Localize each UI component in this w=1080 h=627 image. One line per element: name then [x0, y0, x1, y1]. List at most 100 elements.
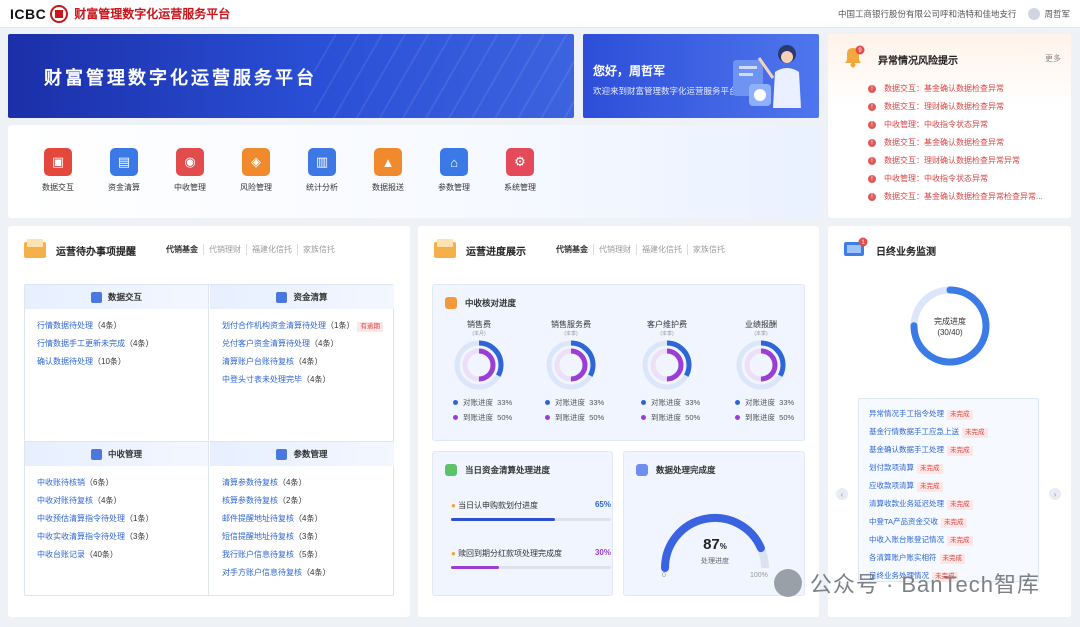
clearing-bar-fill — [451, 566, 499, 569]
todo-item[interactable]: 清算参数待复核（4条） — [222, 474, 382, 492]
todo-folder-icon — [24, 239, 46, 258]
avatar[interactable] — [1028, 7, 1041, 20]
alert-icon: ! — [868, 138, 876, 147]
todo-item[interactable]: 中收预估清算指令待处理（1条） — [37, 510, 196, 528]
todo-item[interactable]: 邮件提醒地址待复核（4条） — [222, 510, 382, 528]
todo-section-fee-management: 中收管理 中收账待核销（6条） 中收对账待复核（4条） 中收预估清算指令待处理（… — [25, 441, 209, 596]
clearing-title: 当日资金清算处理进度 — [465, 465, 551, 475]
clearing-icon — [445, 464, 457, 476]
fee-ring-chart — [454, 340, 504, 390]
alert-item[interactable]: ! 数据交互：基金确认数据检查异常 — [868, 137, 1004, 148]
todo-item[interactable]: 行情数据手工更新未完成（4条） — [37, 335, 196, 353]
data-icon — [636, 464, 648, 476]
alerts-more-link[interactable]: 更多 — [1045, 53, 1061, 64]
tab-trust[interactable]: 福建化信托 — [246, 244, 297, 255]
alert-icon: ! — [868, 174, 876, 183]
tab-family-trust[interactable]: 家族信托 — [297, 244, 340, 255]
tab-wealth[interactable]: 代销理财 — [593, 244, 636, 255]
org-name: 中国工商银行股份有限公司呼和浩特和佳地支行 — [837, 8, 1017, 19]
section-title: 数据交互 — [107, 292, 142, 302]
tab-family-trust[interactable]: 家族信托 — [687, 244, 730, 255]
ledger-icon: ▤ — [110, 148, 138, 176]
todo-item[interactable]: 中登头寸表未处理完毕（4条） — [222, 371, 382, 389]
tab-wealth[interactable]: 代销理财 — [203, 244, 246, 255]
coin-icon — [90, 448, 102, 460]
alert-item[interactable]: ! 数据交互：基金确认数据检查异常 — [868, 83, 1004, 94]
gear-icon: ⚙ — [506, 148, 534, 176]
next-page-button[interactable]: › — [1049, 488, 1061, 500]
alert-item[interactable]: ! 中收管理：中收指令状态异常 — [868, 119, 988, 130]
alert-icon: ! — [868, 192, 876, 201]
alert-item[interactable]: ! 中收管理：中收指令状态异常 — [868, 173, 988, 184]
daily-task[interactable]: 异常情况手工指令处理 未完成 — [869, 405, 1028, 423]
gauge-max: 100% — [750, 572, 768, 579]
daily-task[interactable]: 各清算账户账实相符 未完成 — [869, 549, 1028, 567]
daily-task[interactable]: 基金确认数据手工处理 未完成 — [869, 441, 1028, 459]
alert-item[interactable]: ! 数据交互：理财确认数据检查异常异常 — [868, 155, 1020, 166]
coin-icon: ◉ — [176, 148, 204, 176]
fee-ring-maintenance: 客户维护费 (本季) 对账进度 33% 到账进度 50% — [627, 319, 707, 425]
prev-page-button[interactable]: ‹ — [836, 488, 848, 500]
progress-folder-icon — [434, 239, 456, 258]
nav-item-risk-management[interactable]: ◈ 风险管理 — [236, 148, 276, 193]
daily-task[interactable]: 划付款项清算 未完成 — [869, 459, 1028, 477]
daily-task[interactable]: 中登TA产品资金交收 未完成 — [869, 513, 1028, 531]
data-progress-title: 数据处理完成度 — [656, 465, 716, 475]
nav-item-system[interactable]: ⚙ 系统管理 — [500, 148, 540, 193]
todo-item[interactable]: 我行账户信息待复核（5条） — [222, 546, 382, 564]
progress-tabs: 代销基金 代销理财 福建化信托 家族信托 — [556, 244, 730, 255]
fee-period: (本季) — [660, 331, 674, 337]
fee-ring-sales-service: 销售服务费 (本季) 对账进度 33% 到账进度 50% — [531, 319, 611, 425]
nav-label: 系统管理 — [504, 183, 536, 192]
nav-item-parameters[interactable]: ⌂ 参数管理 — [434, 148, 474, 193]
todo-item[interactable]: 划付合作机构资金清算待处理（1条） 有逾期 — [222, 317, 383, 335]
todo-item[interactable]: 核算参数待复核（2条） — [222, 492, 382, 510]
nav-label: 中收管理 — [174, 183, 206, 192]
nav-item-fee-management[interactable]: ◉ 中收管理 — [170, 148, 210, 193]
todo-item[interactable]: 中收账待核销（6条） — [37, 474, 196, 492]
alert-item[interactable]: ! 数据交互：理财确认数据检查异常 — [868, 101, 1004, 112]
nav-item-data-report[interactable]: ▲ 数据报送 — [368, 148, 408, 193]
user-name[interactable]: 周哲军 — [1044, 8, 1070, 20]
tab-fund[interactable]: 代销基金 — [166, 244, 203, 255]
alert-icon: ! — [868, 84, 876, 93]
alerts-title: 异常情况风险提示 — [878, 56, 958, 67]
nav-item-data-exchange[interactable]: ▣ 数据交互 — [38, 148, 78, 193]
todo-section-parameters: 参数管理 清算参数待复核（4条） 核算参数待复核（2条） 邮件提醒地址待复核（4… — [210, 441, 394, 596]
tab-trust[interactable]: 福建化信托 — [636, 244, 687, 255]
fee-ring-chart — [642, 340, 692, 390]
daily-task[interactable]: 中收入账台账登记情况 未完成 — [869, 531, 1028, 549]
fee-period: (本季) — [564, 331, 578, 337]
todo-item[interactable]: 短信提醒地址待复核（3条） — [222, 528, 382, 546]
risk-alerts-panel: 9 异常情况风险提示 更多 ! 数据交互：基金确认数据检查异常 ! 数据交互：理财确… — [828, 34, 1071, 218]
alert-item[interactable]: ! 数据交互：基金确认数据检查异常检查异常... — [868, 191, 1043, 202]
todo-item[interactable]: 中收台账记录（40条） — [37, 546, 196, 564]
daily-task[interactable]: 基金行情数据手工应急上送 未完成 — [869, 423, 1028, 441]
fee-name: 客户维护费 — [647, 320, 687, 329]
daily-title: 日终业务监测 — [876, 247, 936, 258]
alert-icon: ! — [868, 102, 876, 111]
todo-item[interactable]: 兑付客户资金清算待处理（4条） — [222, 335, 382, 353]
bank-logo: ICBC — [10, 5, 47, 22]
daily-task[interactable]: 清算收款业务延迟处理 未完成 — [869, 495, 1028, 513]
todo-item[interactable]: 行情数据待处理（4条） — [37, 317, 196, 335]
todo-item[interactable]: 确认数据待处理（10条） — [37, 353, 196, 371]
clearing-bar-fill — [451, 518, 555, 521]
tab-fund[interactable]: 代销基金 — [556, 244, 593, 255]
daily-ring-value: (30/40) — [937, 328, 963, 337]
todo-item[interactable]: 中收实收清算指令待处理（3条） — [37, 528, 196, 546]
nav-item-fund-clearing[interactable]: ▤ 资金清算 — [104, 148, 144, 193]
top-bar: ICBC 财富管理数字化运营服务平台 中国工商银行股份有限公司呼和浩特和佳地支行… — [0, 0, 1080, 28]
monitor-icon: 1 — [844, 237, 868, 256]
daily-ring-label: 完成进度 — [934, 317, 966, 326]
todo-item[interactable]: 对手方账户信息待复核（4条） — [222, 564, 382, 582]
bell-icon: 9 — [845, 45, 865, 68]
clearing-row-subscription: ● 当日认申购款划付进度 65% — [451, 500, 611, 521]
nav-item-statistics[interactable]: ▥ 统计分析 — [302, 148, 342, 193]
daily-task[interactable]: 应收款项清算 未完成 — [869, 477, 1028, 495]
todo-item[interactable]: 中收对账待复核（4条） — [37, 492, 196, 510]
assistant-illustration-icon — [733, 45, 801, 108]
upload-icon: ▲ — [374, 148, 402, 176]
todo-item[interactable]: 清算账户台账待复核（4条） — [222, 353, 382, 371]
fee-name: 业绩报酬 — [745, 320, 777, 329]
